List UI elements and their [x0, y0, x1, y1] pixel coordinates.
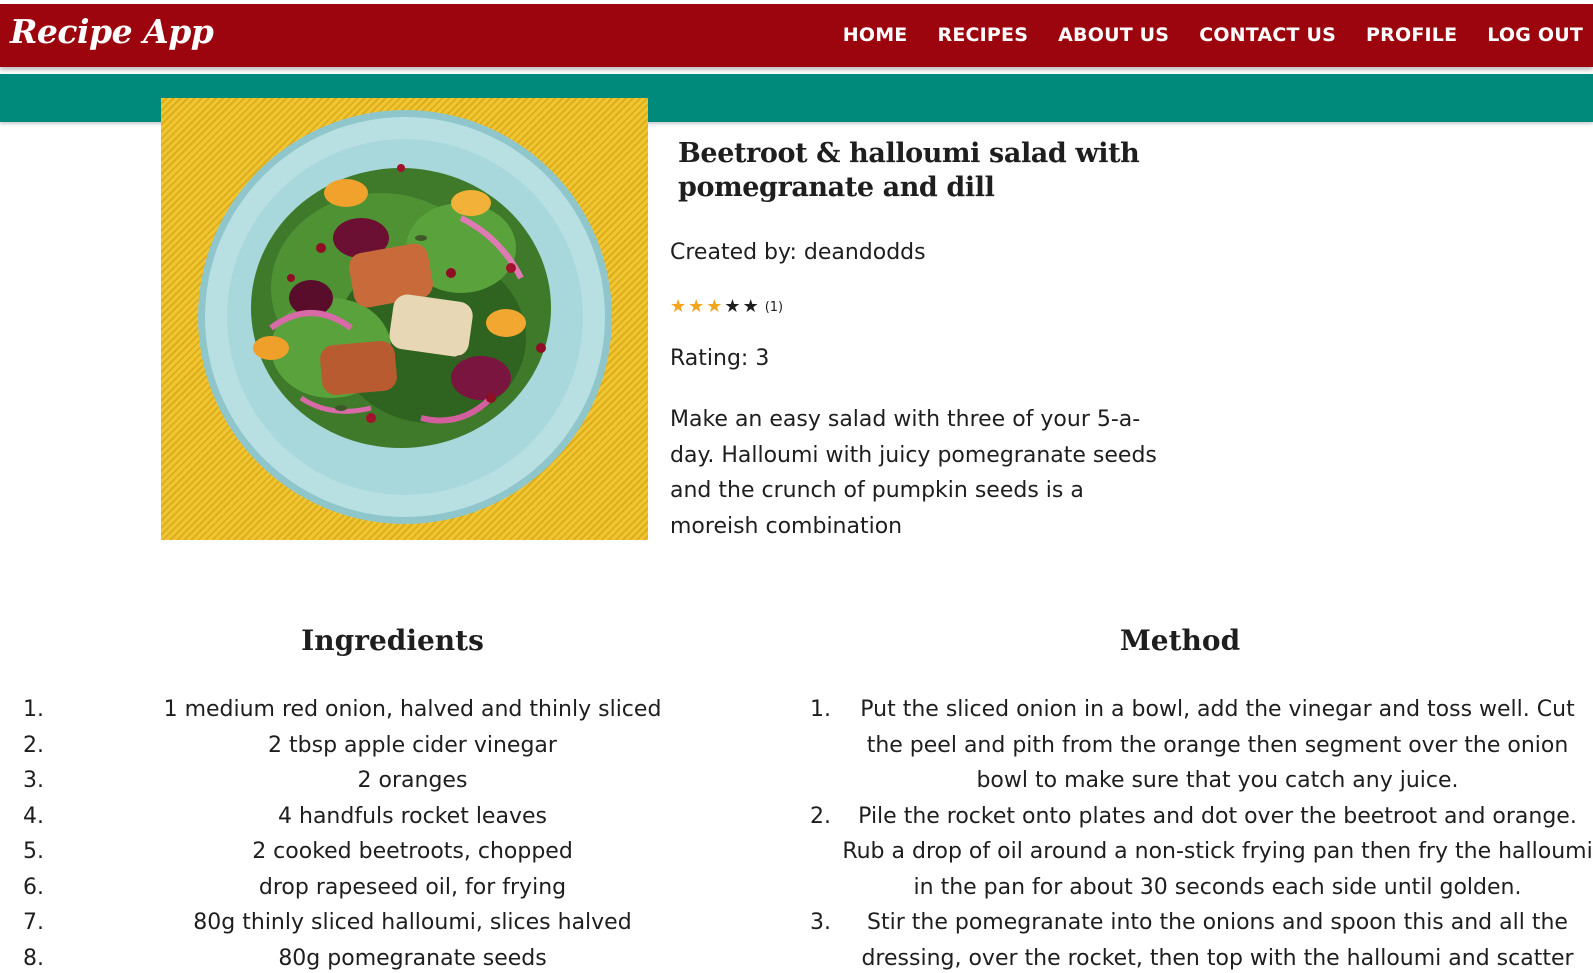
main-nav: HOME RECIPES ABOUT US CONTACT US PROFILE… [843, 24, 1583, 46]
method-step: 2. Pile the rocket onto plates and dot ov… [810, 803, 1593, 900]
ingredient-item: 1. 1 medium red onion, halved and thinly … [23, 697, 662, 722]
recipe-creator: Created by: deandodds [670, 240, 926, 265]
ingredient-item: 6. drop rapeseed oil, for frying [23, 874, 567, 900]
nav-home[interactable]: HOME [843, 24, 908, 46]
top-navbar: Recipe App HOME RECIPES ABOUT US CONTACT… [0, 4, 1593, 67]
nav-profile[interactable]: PROFILE [1366, 24, 1457, 46]
recipe-photo [161, 98, 648, 540]
ingredient-item: 3. 2 oranges [23, 768, 468, 793]
star-icon-filled[interactable]: ★ [688, 297, 704, 317]
rating-count: (1) [764, 299, 784, 315]
star-rating[interactable]: ★ ★ ★ ★ ★ (1) [670, 297, 783, 317]
nav-about-us[interactable]: ABOUT US [1058, 24, 1169, 46]
star-icon-filled[interactable]: ★ [670, 297, 686, 317]
star-icon-filled[interactable]: ★ [706, 297, 722, 317]
star-icon-empty[interactable]: ★ [743, 297, 759, 317]
recipe-title: Beetroot & halloumi salad with pomegrana… [678, 138, 1140, 203]
method-heading: Method [1119, 624, 1241, 657]
ingredient-item: 8. 80g pomegranate seeds [23, 945, 547, 971]
ingredients-heading: Ingredients [301, 624, 484, 657]
nav-contact-us[interactable]: CONTACT US [1199, 24, 1336, 46]
method-step: 1. Put the sliced onion in a bowl, add th… [810, 697, 1575, 793]
salad-plate-illustration [198, 110, 612, 524]
ingredient-item: 2. 2 tbsp apple cider vinegar [23, 732, 557, 758]
ingredient-item: 4. 4 handfuls rocket leaves [23, 803, 547, 829]
star-icon-empty[interactable]: ★ [724, 297, 740, 317]
ingredient-item: 7. 80g thinly sliced halloumi, slices hal… [23, 910, 632, 935]
rating-value: Rating: 3 [670, 346, 770, 371]
ingredient-item: 5. 2 cooked beetroots, chopped [23, 839, 573, 864]
method-step: 3. Stir the pomegranate into the onions a… [810, 910, 1574, 971]
ingredients-list: 1. 1 medium red onion, halved and thinly … [20, 692, 810, 973]
app-logo[interactable]: Recipe App [10, 12, 214, 51]
nav-recipes[interactable]: RECIPES [938, 24, 1029, 46]
method-list: 1. Put the sliced onion in a bowl, add th… [808, 692, 1593, 973]
nav-log-out[interactable]: LOG OUT [1487, 24, 1583, 46]
recipe-description: Make an easy salad with three of your 5-… [670, 407, 1157, 539]
